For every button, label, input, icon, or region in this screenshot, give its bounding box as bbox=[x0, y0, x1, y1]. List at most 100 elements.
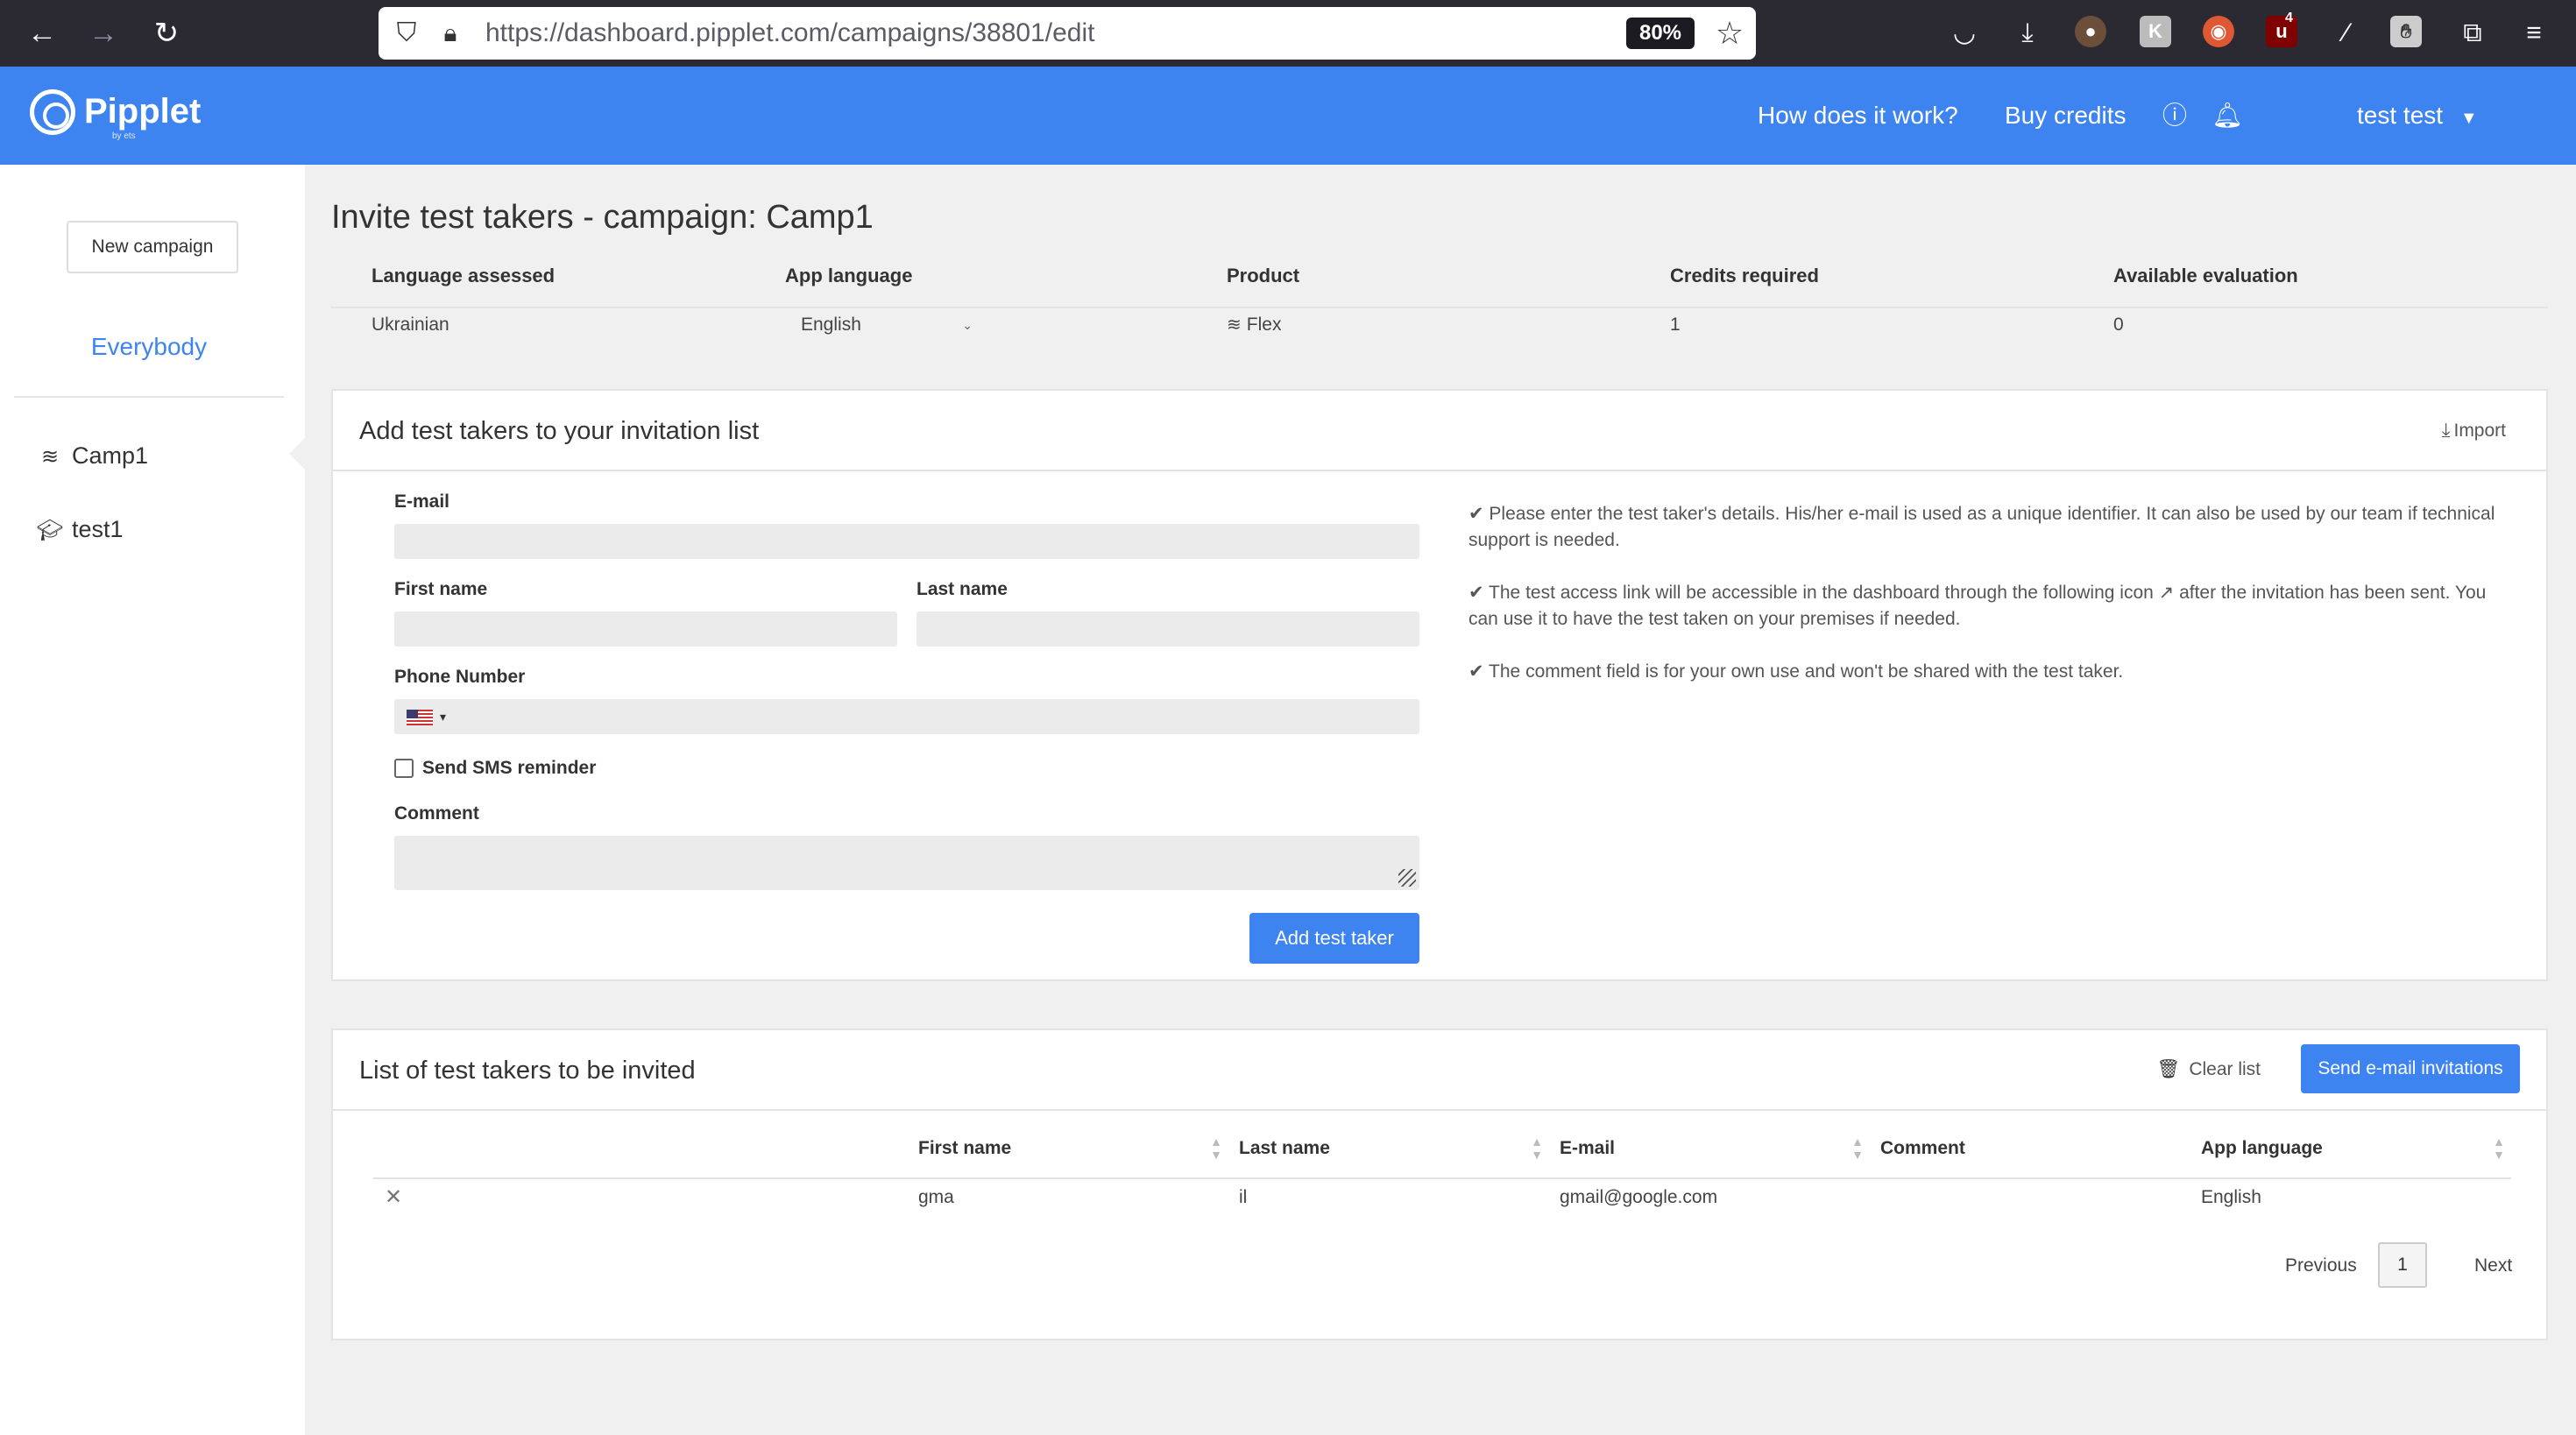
pagination-page[interactable]: 1 bbox=[2378, 1242, 2427, 1288]
header-available-evaluation: Available evaluation bbox=[2113, 265, 2298, 286]
resize-handle-icon[interactable] bbox=[1398, 869, 1416, 887]
table-header-divider bbox=[373, 1177, 2511, 1179]
us-flag-icon[interactable] bbox=[407, 710, 433, 725]
cell-app-language: English bbox=[2201, 1187, 2261, 1207]
help-paragraph: ✔ The test access link will be accessibl… bbox=[1468, 583, 2487, 629]
caret-down-icon[interactable]: ▾ bbox=[440, 704, 446, 729]
column-comment[interactable]: Comment bbox=[1880, 1135, 1965, 1162]
last-name-input[interactable] bbox=[916, 611, 1419, 647]
graduation-cap-icon: 🎓︎ bbox=[36, 519, 64, 542]
phone-input[interactable]: ▾ bbox=[394, 699, 1419, 734]
menu-hamburger-icon[interactable]: ≡ bbox=[2516, 16, 2551, 51]
clear-list-label[interactable]: Clear list bbox=[2189, 1059, 2261, 1079]
header-app-language: App language bbox=[785, 265, 913, 286]
address-bar[interactable]: ⛉ 🔒︎ https://dashboard.pipplet.com/campa… bbox=[379, 7, 1756, 60]
lock-icon[interactable]: 🔒︎ bbox=[435, 18, 466, 49]
sidebar: New campaign Everybody ≋ Camp1 🎓︎ test1 bbox=[0, 165, 305, 1435]
pocket-icon[interactable]: ◡ bbox=[1947, 16, 1982, 51]
duckduckgo-icon[interactable]: ◉ bbox=[2203, 16, 2234, 47]
sidebar-item-everybody[interactable]: Everybody bbox=[0, 331, 298, 363]
browser-toolbar: ← → ↻ ⛉ 🔒︎ https://dashboard.pipplet.com… bbox=[0, 0, 2576, 67]
eyedropper-icon[interactable]: ⁄ bbox=[2329, 16, 2364, 51]
add-test-taker-button[interactable]: Add test taker bbox=[1249, 913, 1419, 964]
sms-reminder-checkbox[interactable] bbox=[394, 759, 414, 778]
header-credits-required: Credits required bbox=[1670, 265, 1819, 286]
app-language-value[interactable]: English bbox=[801, 315, 861, 335]
logo-text[interactable]: Pipplet bbox=[84, 91, 201, 131]
extension-icon[interactable]: ● bbox=[2075, 16, 2106, 47]
email-label: E-mail bbox=[394, 491, 450, 512]
add-test-takers-panel: Add test takers to your invitation list … bbox=[331, 389, 2548, 981]
trash-icon: 🗑︎ bbox=[2156, 1059, 2181, 1079]
invitation-list-panel: List of test takers to be invited 🗑︎ Clea… bbox=[331, 1029, 2548, 1340]
import-label[interactable]: Import bbox=[2453, 421, 2506, 441]
bell-icon[interactable]: 🔔︎ bbox=[2210, 98, 2245, 133]
help-circle-icon[interactable]: ⓘ bbox=[2157, 98, 2192, 133]
active-indicator bbox=[289, 438, 305, 470]
page-title: Invite test takers - campaign: Camp1 bbox=[331, 199, 874, 236]
column-last-name[interactable]: Last name bbox=[1239, 1135, 1330, 1162]
email-input[interactable] bbox=[394, 524, 1419, 559]
download-icon[interactable]: ⤓ bbox=[2010, 16, 2045, 51]
extension-badge: 4 bbox=[2285, 11, 2293, 25]
clear-list-button[interactable]: 🗑︎ Clear list bbox=[2157, 1057, 2261, 1083]
help-text: ✔ Please enter the test taker's details.… bbox=[1468, 501, 2502, 711]
extension-k-icon[interactable]: K bbox=[2140, 16, 2171, 47]
sidebar-item-camp1[interactable]: ≋ Camp1 bbox=[35, 436, 298, 475]
first-name-label: First name bbox=[394, 579, 488, 599]
select-chevron-icon[interactable]: ⌄ bbox=[962, 312, 973, 338]
column-email[interactable]: E-mail bbox=[1560, 1135, 1615, 1162]
header-product: Product bbox=[1227, 265, 1300, 286]
cell-email: gmail@google.com bbox=[1560, 1187, 1718, 1207]
pagination-previous[interactable]: Previous bbox=[2285, 1253, 2357, 1279]
language-assessed-value: Ukrainian bbox=[372, 315, 449, 335]
sidebar-divider bbox=[14, 396, 284, 398]
back-arrow-icon[interactable]: ← bbox=[21, 12, 63, 54]
send-invitations-button[interactable]: Send e-mail invitations bbox=[2301, 1044, 2520, 1093]
how-it-works-link[interactable]: How does it work? bbox=[1758, 98, 1958, 133]
caret-down-icon[interactable]: ▼ bbox=[2460, 109, 2478, 128]
user-menu[interactable]: test test ▼ bbox=[2357, 98, 2478, 136]
credits-required-value: 1 bbox=[1670, 315, 1681, 335]
app-language-select[interactable]: English ⌄ bbox=[801, 312, 973, 338]
extension-hand-icon[interactable]: ✋︎ bbox=[2390, 16, 2422, 47]
comment-textarea[interactable] bbox=[394, 836, 1419, 890]
new-campaign-button[interactable]: New campaign bbox=[67, 221, 238, 273]
panel-title: Add test takers to your invitation list bbox=[359, 417, 760, 445]
extensions-puzzle-icon[interactable]: ⧉ bbox=[2455, 16, 2490, 51]
url-text[interactable]: https://dashboard.pipplet.com/campaigns/… bbox=[485, 18, 1094, 49]
user-name[interactable]: test test bbox=[2357, 102, 2443, 129]
pipplet-logo-icon[interactable] bbox=[30, 89, 75, 135]
sms-reminder-label[interactable]: Send SMS reminder bbox=[422, 755, 596, 781]
product-value: ≋ Flex bbox=[1227, 312, 1281, 338]
shield-icon[interactable]: ⛉ bbox=[391, 18, 422, 49]
help-paragraph: ✔ Please enter the test taker's details.… bbox=[1468, 504, 2495, 550]
available-evaluation-value: 0 bbox=[2113, 315, 2124, 335]
remove-row-icon[interactable]: ✕ bbox=[382, 1184, 405, 1211]
product-label: Flex bbox=[1246, 315, 1282, 335]
sidebar-item-test1[interactable]: 🎓︎ test1 bbox=[35, 510, 298, 548]
main-content: Invite test takers - campaign: Camp1 Lan… bbox=[305, 165, 2576, 1435]
reload-icon[interactable]: ↻ bbox=[145, 12, 188, 54]
sort-icon[interactable]: ▲ ▼ bbox=[2490, 1135, 2508, 1162]
buy-credits-link[interactable]: Buy credits bbox=[2005, 98, 2127, 133]
help-paragraph: ✔ The comment field is for your own use … bbox=[1468, 661, 2124, 682]
panel-header: Add test takers to your invitation list … bbox=[333, 391, 2546, 471]
zoom-level-badge[interactable]: 80% bbox=[1626, 18, 1695, 49]
column-first-name[interactable]: First name bbox=[918, 1135, 1011, 1162]
column-app-language[interactable]: App language bbox=[2201, 1135, 2323, 1162]
phone-label: Phone Number bbox=[394, 667, 526, 687]
sort-icon[interactable]: ▲ ▼ bbox=[1849, 1135, 1866, 1162]
info-header-divider bbox=[331, 307, 2548, 308]
import-link[interactable]: ⤓ Import bbox=[2442, 417, 2506, 444]
forward-arrow-icon[interactable]: → bbox=[82, 12, 124, 54]
sort-icon[interactable]: ▲ ▼ bbox=[1207, 1135, 1225, 1162]
panel-title: List of test takers to be invited bbox=[359, 1057, 696, 1085]
first-name-input[interactable] bbox=[394, 611, 897, 647]
sidebar-item-label: test1 bbox=[72, 516, 124, 542]
bookmark-star-icon[interactable]: ☆ bbox=[1712, 14, 1747, 53]
pagination-next[interactable]: Next bbox=[2474, 1253, 2512, 1279]
last-name-label: Last name bbox=[916, 579, 1008, 599]
app-header: Pipplet by ets How does it work? Buy cre… bbox=[0, 67, 2576, 165]
sort-icon[interactable]: ▲ ▼ bbox=[1528, 1135, 1546, 1162]
